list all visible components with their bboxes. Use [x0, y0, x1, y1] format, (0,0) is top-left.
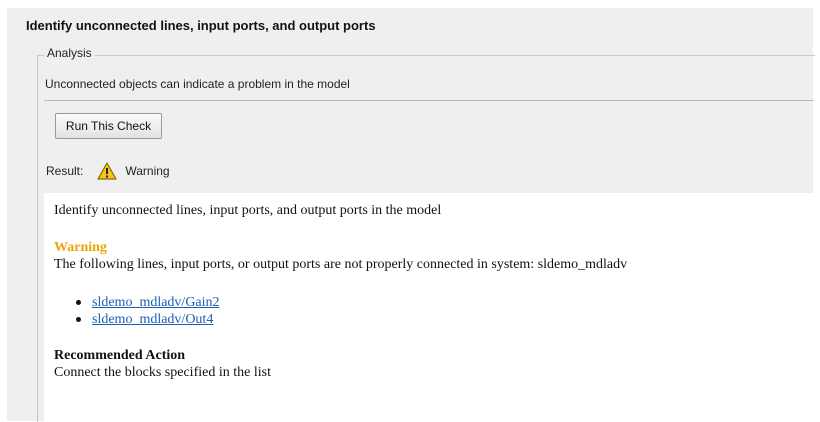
list-item: sldemo_mdladv/Out4 [74, 311, 220, 328]
block-link-gain2[interactable]: sldemo_mdladv/Gain2 [92, 295, 220, 310]
report-warning-text: The following lines, input ports, or out… [54, 257, 628, 272]
recommended-action-text: Connect the blocks specified in the list [54, 365, 271, 380]
divider [44, 100, 814, 101]
block-link-out4[interactable]: sldemo_mdladv/Out4 [92, 312, 213, 327]
report-panel: Identify unconnected lines, input ports,… [44, 193, 814, 421]
bullet-icon [76, 300, 81, 305]
warning-icon [97, 162, 117, 180]
bullet-icon [76, 317, 81, 322]
run-this-check-button[interactable]: Run This Check [55, 113, 162, 139]
check-title: Identify unconnected lines, input ports,… [26, 18, 376, 33]
report-warning-title: Warning [54, 240, 107, 255]
result-label: Result: [46, 164, 84, 178]
recommended-action-title: Recommended Action [54, 348, 186, 363]
result-row: Result: Warning [46, 160, 170, 182]
result-status: Warning [125, 164, 170, 178]
unconnected-list: sldemo_mdladv/Gain2 sldemo_mdladv/Out4 [74, 294, 220, 328]
list-item: sldemo_mdladv/Gain2 [74, 294, 220, 311]
check-description: Unconnected objects can indicate a probl… [45, 77, 350, 91]
analysis-legend: Analysis [44, 46, 95, 60]
report-intro: Identify unconnected lines, input ports,… [54, 203, 442, 218]
